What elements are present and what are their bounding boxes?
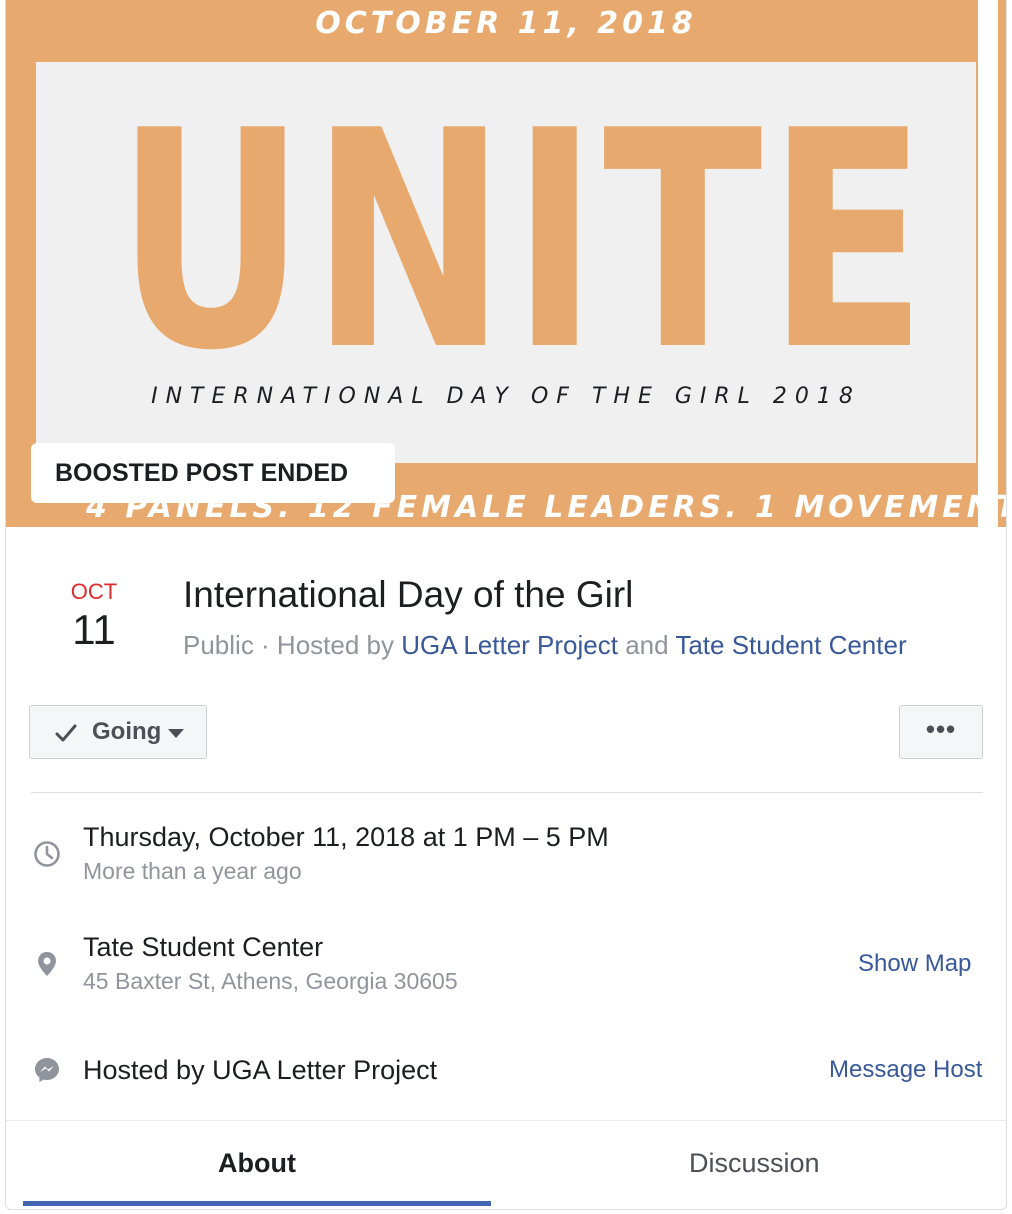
event-card: OCTOBER 11, 2018 UNITE INTERNATIONAL DAY… [5,0,1007,1210]
event-meta: Public · Hosted by UGA Letter Project an… [183,630,907,661]
going-button[interactable]: Going [29,705,207,759]
going-button-label: Going [92,718,162,745]
caret-down-icon [168,729,184,738]
host-conjunction: and [617,630,676,660]
cover-headline: UNITE [116,67,932,416]
boosted-post-badge: BOOSTED POST ENDED [31,443,395,503]
event-date-block: OCT 11 [64,578,124,654]
event-location-address: 45 Baxter St, Athens, Georgia 30605 [83,968,458,994]
more-options-button[interactable]: ••• [899,705,983,759]
map-pin-icon [38,952,56,976]
tab-about[interactable]: About [218,1148,296,1179]
event-host: Hosted by UGA Letter Project [83,1055,438,1085]
event-time: Thursday, October 11, 2018 at 1 PM – 5 P… [83,822,609,852]
event-date-month: OCT [70,579,118,604]
more-dots-icon: ••• [925,714,957,744]
message-host-link[interactable]: Message Host [829,1056,982,1084]
show-map-link[interactable]: Show Map [858,950,971,978]
host-link-uga-letter-project[interactable]: UGA Letter Project [401,630,618,660]
active-tab-indicator [23,1201,491,1206]
tab-discussion[interactable]: Discussion [689,1148,820,1179]
cover-date-text: OCTOBER 11, 2018 [315,6,697,41]
event-location-name[interactable]: Tate Student Center [83,932,323,963]
cover-subtitle: INTERNATIONAL DAY OF THE GIRL 2018 [151,384,861,409]
event-date-day: 11 [72,606,116,653]
host-link-tate-student-center[interactable]: Tate Student Center [675,630,906,660]
tabs-separator [6,1120,1006,1121]
event-title: International Day of the Girl [183,574,634,615]
messenger-icon [35,1058,59,1082]
event-privacy: Public · Hosted by [183,630,402,660]
event-cover-photo[interactable]: OCTOBER 11, 2018 UNITE INTERNATIONAL DAY… [6,0,1006,527]
event-time-relative: More than a year ago [83,858,302,884]
check-icon [55,724,77,742]
clock-icon [34,841,60,867]
section-divider [31,792,983,793]
cover-right-stripe [978,0,998,527]
